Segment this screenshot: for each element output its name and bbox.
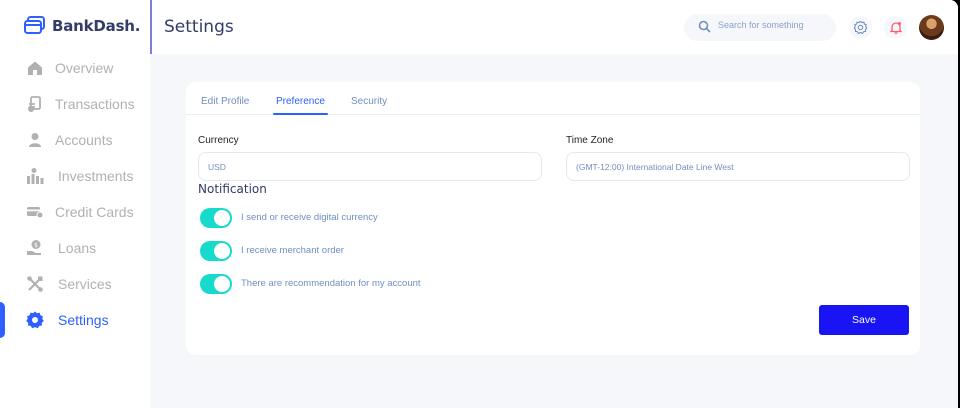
settings-button[interactable] [849, 16, 872, 39]
logo: BankDash. [24, 16, 140, 35]
bankdash-logo-icon [24, 16, 45, 34]
settings-tabs: Edit Profile Preference Security [186, 94, 920, 115]
gear-icon [854, 21, 867, 34]
search-input[interactable] [718, 20, 830, 30]
notification-title: Notification [198, 182, 267, 196]
tab-edit-profile[interactable]: Edit Profile [201, 96, 249, 107]
user-icon [29, 133, 41, 147]
merchant-order-toggle[interactable] [200, 241, 232, 261]
bell-icon [889, 22, 902, 34]
sidebar-item-label: Credit Cards [55, 204, 134, 220]
tab-security[interactable]: Security [351, 96, 387, 107]
timezone-field[interactable]: (GMT-12:00) International Date Line West [566, 152, 910, 181]
tab-preference[interactable]: Preference [276, 96, 325, 107]
sidebar-item-investments[interactable]: Investments [0, 158, 150, 194]
home-icon [28, 61, 42, 75]
sidebar: BankDash. Overview Transactions Accounts… [0, 0, 150, 408]
currency-label: Currency [198, 135, 239, 146]
sidebar-item-credit-cards[interactable]: Credit Cards [0, 194, 150, 230]
save-button[interactable]: Save [819, 305, 909, 335]
sidebar-item-label: Transactions [55, 96, 135, 112]
page-title: Settings [164, 17, 234, 37]
app-window: BankDash. Overview Transactions Accounts… [0, 0, 958, 408]
service-icon [27, 276, 43, 292]
settings-icon [26, 311, 44, 329]
sidebar-item-settings[interactable]: Settings [0, 302, 150, 338]
timezone-label: Time Zone [566, 135, 614, 146]
sidebar-item-label: Services [58, 276, 112, 292]
search-bar[interactable] [684, 14, 836, 41]
transfer-icon [28, 96, 41, 112]
sidebar-item-overview[interactable]: Overview [0, 50, 150, 86]
sidebar-item-label: Accounts [55, 132, 113, 148]
recommendation-toggle[interactable] [200, 274, 232, 294]
toggle-label: There are recommendation for my account [241, 278, 421, 289]
toggle-label: I send or receive digital currency [241, 212, 378, 223]
toggle-label: I receive merchant order [241, 245, 344, 256]
avatar[interactable] [919, 15, 944, 40]
sidebar-item-accounts[interactable]: Accounts [0, 122, 150, 158]
digital-currency-toggle[interactable] [200, 208, 232, 228]
sidebar-item-label: Settings [58, 312, 109, 328]
sidebar-item-services[interactable]: Services [0, 266, 150, 302]
sidebar-item-label: Investments [58, 168, 134, 184]
economic-investment-icon [27, 168, 44, 184]
timezone-value: (GMT-12:00) International Date Line West [576, 162, 734, 172]
currency-value: USD [208, 162, 226, 172]
sidebar-item-label: Overview [55, 60, 114, 76]
active-tab-underline [273, 113, 328, 115]
top-header: Settings [150, 0, 958, 54]
svg-text:$: $ [34, 242, 38, 249]
search-icon [698, 20, 711, 33]
loan-icon: $ [27, 240, 41, 255]
sidebar-item-loans[interactable]: $ Loans [0, 230, 150, 266]
settings-card: Edit Profile Preference Security Currenc… [186, 82, 920, 355]
sidebar-item-transactions[interactable]: Transactions [0, 86, 150, 122]
currency-field[interactable]: USD [198, 152, 542, 181]
app-name: BankDash. [52, 16, 141, 35]
sidebar-item-label: Loans [58, 240, 97, 256]
notifications-button[interactable] [884, 16, 907, 39]
credit-card-icon [27, 207, 44, 219]
